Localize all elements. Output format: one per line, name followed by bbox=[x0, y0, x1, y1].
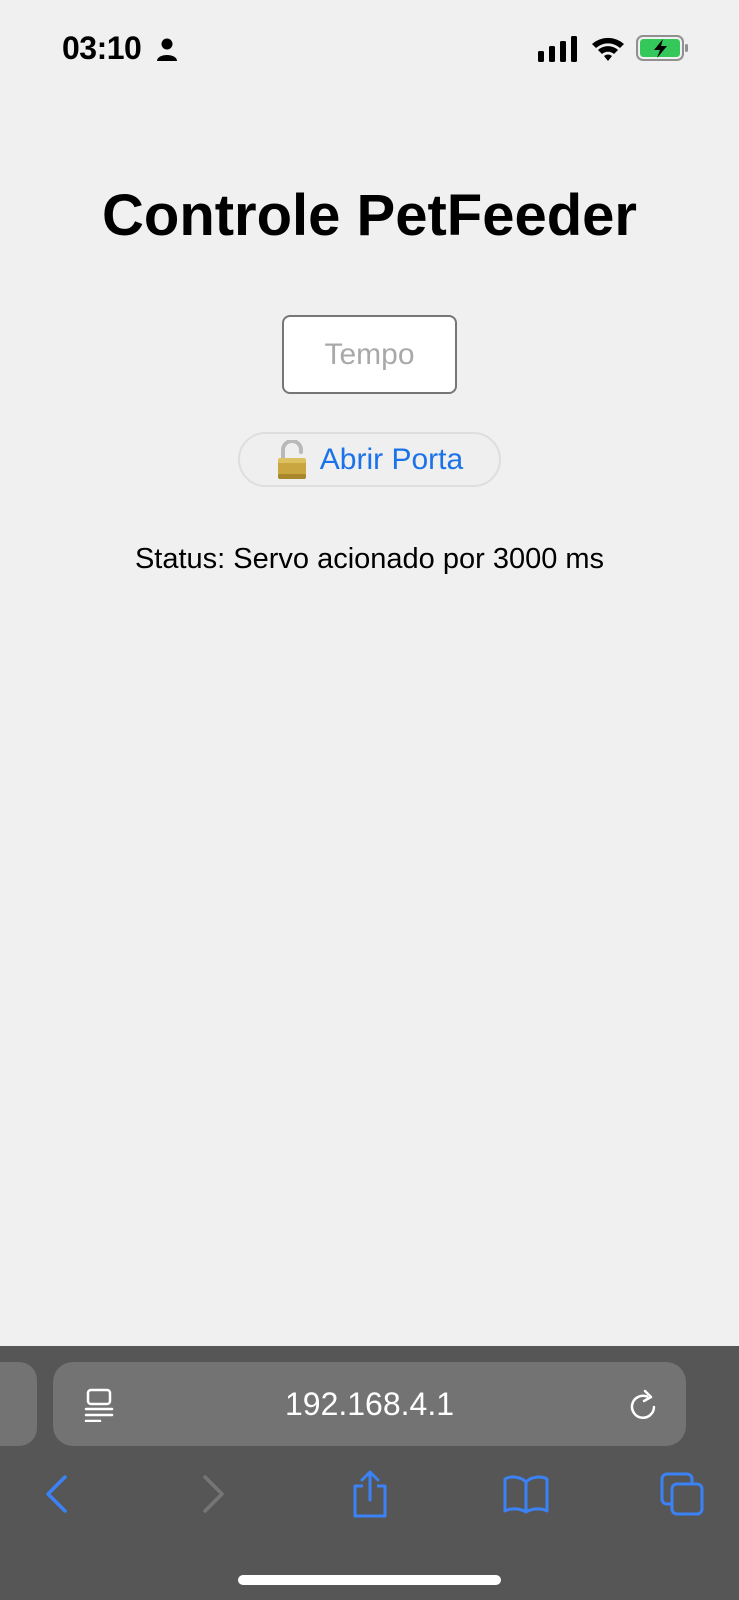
wifi-icon bbox=[592, 37, 624, 61]
back-button[interactable] bbox=[26, 1466, 86, 1522]
screen: 03:10 Controle PetFeeder Tempo Abrir Por… bbox=[0, 0, 739, 1600]
page-menu-icon[interactable] bbox=[83, 1388, 115, 1422]
back-icon bbox=[46, 1475, 67, 1513]
status-bar: 03:10 bbox=[0, 0, 739, 100]
address-bar[interactable]: 192.168.4.1 bbox=[53, 1362, 686, 1446]
status-time: 03:10 bbox=[62, 30, 142, 66]
tabs-icon bbox=[660, 1472, 704, 1516]
tempo-input[interactable] bbox=[282, 315, 457, 394]
share-button[interactable] bbox=[340, 1466, 400, 1522]
person-icon bbox=[157, 38, 177, 61]
browser-toolbar: 192.168.4.1 bbox=[0, 1346, 739, 1600]
battery-charging-icon bbox=[636, 35, 688, 61]
page-title: Controle PetFeeder bbox=[102, 183, 637, 248]
forward-button[interactable] bbox=[184, 1466, 244, 1522]
reload-icon[interactable] bbox=[627, 1388, 659, 1422]
unlocked-padlock-icon bbox=[277, 439, 306, 479]
bookmarks-icon bbox=[503, 1475, 549, 1514]
cellular-signal-icon bbox=[538, 36, 577, 62]
tabs-button[interactable] bbox=[652, 1466, 712, 1522]
forward-icon bbox=[203, 1475, 224, 1513]
open-door-label: Abrir Porta bbox=[319, 442, 464, 476]
bookmarks-button[interactable] bbox=[496, 1466, 556, 1522]
share-icon bbox=[353, 1470, 387, 1518]
status-text: Status: Servo acionado por 3000 ms bbox=[134, 543, 605, 575]
url-text[interactable]: 192.168.4.1 bbox=[53, 1362, 686, 1446]
open-door-button[interactable]: Abrir Porta bbox=[238, 432, 501, 487]
home-indicator[interactable] bbox=[238, 1575, 501, 1585]
previous-tab-pill[interactable] bbox=[0, 1362, 37, 1446]
